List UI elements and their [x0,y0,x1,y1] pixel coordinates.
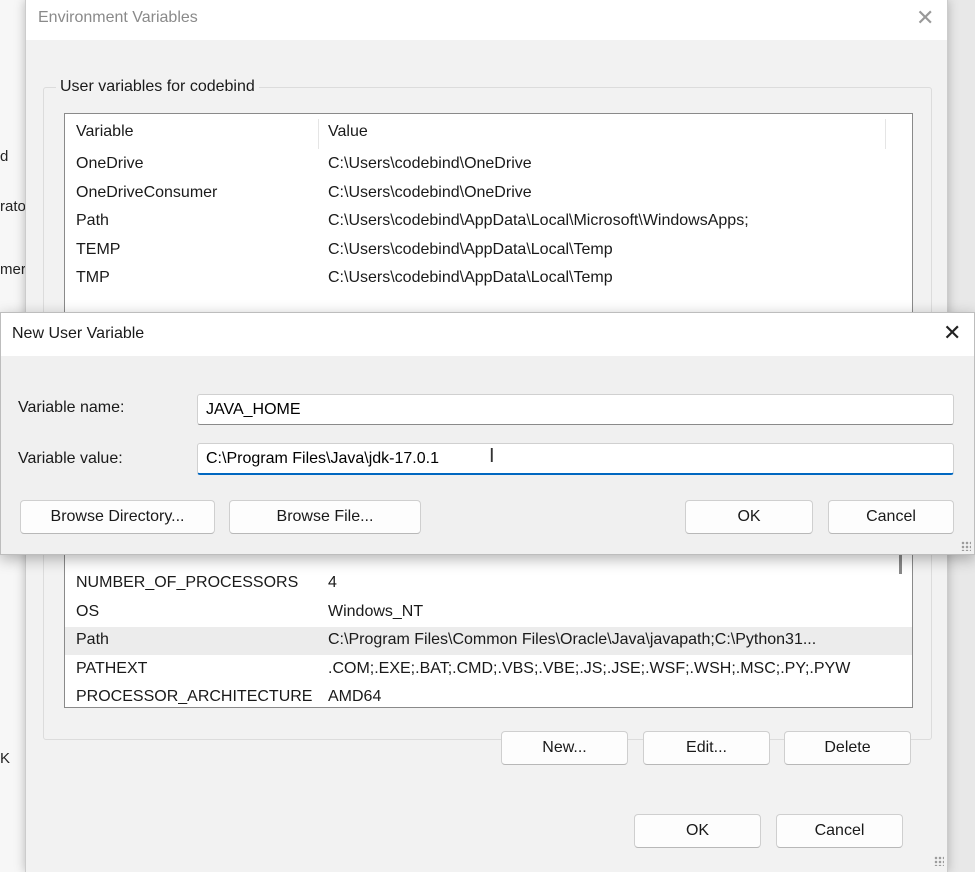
table-row[interactable]: OneDriveConsumer C:\Users\codebind\OneDri… [65,180,912,208]
title-bar: New User Variable ✕ [1,313,974,356]
variable-value: .COM;.EXE;.BAT;.CMD;.VBS;.VBE;.JS;.JSE;.… [328,659,851,677]
cancel-button[interactable]: Cancel [828,500,954,534]
scrollbar-thumb[interactable] [899,552,902,574]
variable-name: OS [76,602,100,620]
variable-value: C:\Program Files\Common Files\Oracle\Jav… [328,631,817,648]
column-header-value[interactable]: Value [328,123,368,141]
close-icon[interactable]: ✕ [916,7,934,29]
cancel-button[interactable]: Cancel [776,814,903,848]
variable-value: C:\Users\codebind\AppData\Local\Temp [328,269,613,286]
ok-button[interactable]: OK [685,500,813,534]
table-row[interactable]: TEMP C:\Users\codebind\AppData\Local\Temp [65,237,912,265]
edit-system-variable-button[interactable]: Edit... [643,731,770,765]
new-user-variable-dialog: New User Variable ✕ Variable name: Varia… [0,312,975,555]
system-variables-list[interactable]: DriverDataC:\Windows\System32\Drivers\Dr… [64,540,913,708]
background-text: d [0,148,9,165]
background-text: mer [0,261,26,278]
background-text: K [0,750,11,767]
variable-value: C:\Users\codebind\AppData\Local\Temp [328,240,613,258]
close-icon[interactable]: ✕ [943,322,961,344]
delete-system-variable-button[interactable]: Delete [784,731,911,765]
variable-value: 4 [328,574,337,591]
user-variables-list[interactable]: Variable Value OneDrive C:\Users\codebind… [64,113,913,313]
variable-value: AMD64 [328,688,382,705]
background-text: rato [0,198,26,215]
variable-name: TEMP [76,240,121,258]
variable-value-input[interactable] [197,443,954,475]
variable-value-label: Variable value: [18,450,123,467]
column-header-variable[interactable]: Variable [76,123,134,141]
variable-name: PROCESSOR_ARCHITECTURE [76,688,313,705]
resize-grip-icon[interactable] [934,856,944,866]
new-system-variable-button[interactable]: New... [501,731,628,765]
table-row[interactable]: NUMBER_OF_PROCESSORS 4 [65,570,912,598]
variable-name: OneDriveConsumer [76,183,218,201]
variable-name: PATHEXT [76,659,148,677]
variable-name: TMP [76,269,110,286]
variable-value: C:\Users\codebind\AppData\Local\Microsof… [328,212,749,229]
title-bar: Environment Variables ✕ [26,0,947,40]
browse-file-button[interactable]: Browse File... [229,500,421,534]
resize-grip-icon[interactable] [961,541,971,551]
variable-name-input[interactable] [197,394,954,425]
text-cursor-icon: I [489,445,495,467]
variable-name: Path [76,212,109,229]
dialog-title: New User Variable [12,325,145,342]
variable-name-label: Variable name: [18,399,125,416]
table-row[interactable]: Path C:\Program Files\Common Files\Oracle… [65,627,912,655]
dialog-title: Environment Variables [38,9,198,26]
variable-name: OneDrive [76,155,144,172]
variable-name: Path [76,631,109,648]
table-row[interactable]: PROCESSOR_ARCHITECTURE AMD64 [65,684,912,707]
ok-button[interactable]: OK [634,814,761,848]
variable-value: Windows_NT [328,602,424,620]
table-row[interactable]: Path C:\Users\codebind\AppData\Local\Micr… [65,208,912,236]
table-row[interactable]: TMP C:\Users\codebind\AppData\Local\Temp [65,265,912,293]
variable-value: C:\Users\codebind\OneDrive [328,183,532,201]
browse-directory-button[interactable]: Browse Directory... [20,500,215,534]
table-row[interactable]: PATHEXT .COM;.EXE;.BAT;.CMD;.VBS;.VBE;.JS… [65,656,912,684]
table-row[interactable]: OS Windows_NT [65,599,912,627]
variable-name: NUMBER_OF_PROCESSORS [76,574,299,591]
list-header: Variable Value [65,119,912,149]
group-label: User variables for codebind [56,78,259,96]
variable-value: C:\Users\codebind\OneDrive [328,155,532,172]
table-row[interactable]: OneDrive C:\Users\codebind\OneDrive [65,151,912,179]
